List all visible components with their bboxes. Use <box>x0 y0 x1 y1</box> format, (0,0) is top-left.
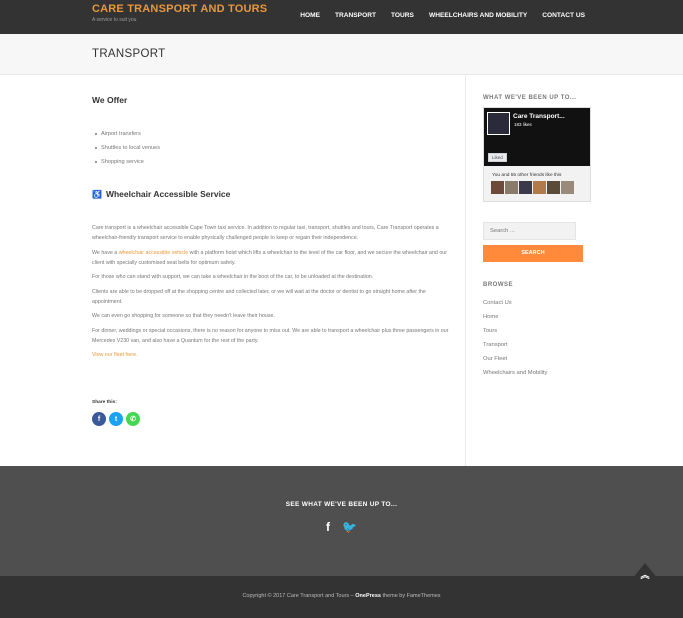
avatar[interactable] <box>519 181 532 194</box>
footer-social-links: f 🐦 <box>0 520 683 534</box>
paragraph: View our fleet here. <box>92 350 450 360</box>
nav-tours[interactable]: TOURS <box>391 12 414 19</box>
browse-link-our-fleet[interactable]: Our Fleet <box>483 352 512 366</box>
facebook-friend-avatars <box>491 181 574 194</box>
copyright-text: Copyright © 2017 Care Transport and Tour… <box>242 593 356 599</box>
nav-transport[interactable]: TRANSPORT <box>335 12 376 19</box>
twitter-icon[interactable]: t <box>109 412 123 426</box>
facebook-page-name[interactable]: Care Transport... <box>513 113 565 120</box>
facebook-like-button[interactable]: Liked <box>488 153 507 162</box>
browse-link-home[interactable]: Home <box>483 310 512 324</box>
list-item: Airport transfers <box>94 127 160 141</box>
copyright: Copyright © 2017 Care Transport and Tour… <box>0 593 683 599</box>
offer-list: Airport transfers Shuttles to local venu… <box>94 127 160 169</box>
chevron-double-up-icon: ︽ <box>640 570 650 580</box>
list-item: Shuttles to local venues <box>94 141 160 155</box>
paragraph: We can even go shopping for someone so t… <box>92 313 275 319</box>
widget-heading: WHAT WE'VE BEEN UP TO... <box>483 95 577 101</box>
nav-wheelchairs-mobility[interactable]: WHEELCHAIRS AND MOBILITY <box>429 12 527 19</box>
avatar[interactable] <box>561 181 574 194</box>
site-branding[interactable]: CARE TRANSPORT AND TOURS A service to su… <box>92 3 267 23</box>
offer-heading: We Offer <box>92 95 128 105</box>
facebook-cover-image[interactable]: Care Transport... 183 likes Liked <box>484 108 590 166</box>
service-description: Care transport is a wheelchair accessibl… <box>92 223 450 365</box>
nav-home[interactable]: HOME <box>300 12 320 19</box>
browse-list: Contact Us Home Tours Transport Our Flee… <box>483 296 512 366</box>
browse-heading: BROWSE <box>483 282 513 288</box>
paragraph: Care transport is a wheelchair accessibl… <box>92 225 439 241</box>
page-title-bar: TRANSPORT <box>0 34 683 75</box>
wheelchair-heading: ♿ Wheelchair Accessible Service <box>92 189 230 199</box>
footer-social-section: SEE WHAT WE'VE BEEN UP TO... f 🐦 <box>0 466 683 576</box>
paragraph: For dinner, weddings or special occasion… <box>92 327 449 344</box>
content-divider <box>465 75 466 466</box>
avatar[interactable] <box>491 181 504 194</box>
paragraph-text: We have a <box>92 249 119 256</box>
site-tagline: A service to suit you <box>92 17 137 23</box>
browse-link-contact-us[interactable]: Contact Us <box>483 296 512 310</box>
site-header: CARE TRANSPORT AND TOURS A service to su… <box>0 0 683 34</box>
share-label: Share this: <box>92 400 117 405</box>
search-input[interactable] <box>483 222 576 240</box>
facebook-page-thumbnail[interactable] <box>487 112 510 135</box>
wheelchair-heading-text: Wheelchair Accessible Service <box>105 189 231 199</box>
avatar[interactable] <box>505 181 518 194</box>
nav-contact-us[interactable]: CONTACT US <box>542 12 585 19</box>
share-buttons: f t ✆ <box>92 412 140 426</box>
browse-link-wheelchairs-mobility[interactable]: Wheelchairs and Mobility <box>483 370 547 376</box>
fleet-link[interactable]: View our fleet here. <box>92 352 138 358</box>
main-nav: HOME TRANSPORT TOURS WHEELCHAIRS AND MOB… <box>300 12 585 19</box>
footer-bottom: Copyright © 2017 Care Transport and Tour… <box>0 576 683 618</box>
footer-heading: SEE WHAT WE'VE BEEN UP TO... <box>285 501 398 508</box>
site-title[interactable]: CARE TRANSPORT AND TOURS <box>92 3 267 15</box>
paragraph: Clients are able to be dropped off at th… <box>92 288 426 305</box>
facebook-friends-text: You and 55 other friends like this <box>492 173 562 178</box>
facebook-likes-count: 183 likes <box>514 122 532 127</box>
facebook-page-widget[interactable]: Care Transport... 183 likes Liked You an… <box>483 107 591 202</box>
browse-link-transport[interactable]: Transport <box>483 338 512 352</box>
search-button[interactable]: SEARCH <box>483 245 583 262</box>
facebook-icon[interactable]: f <box>326 520 330 534</box>
whatsapp-icon[interactable]: ✆ <box>126 412 140 426</box>
facebook-icon[interactable]: f <box>92 412 106 426</box>
paragraph: For those who can stand with support, we… <box>92 274 374 280</box>
theme-link[interactable]: OnePress <box>355 593 381 599</box>
page-title: TRANSPORT <box>92 48 166 60</box>
wheelchair-icon: ♿ <box>92 189 102 199</box>
paragraph: We have a wheelchair accessible vehicle … <box>92 248 450 268</box>
browse-link-tours[interactable]: Tours <box>483 324 512 338</box>
avatar[interactable] <box>533 181 546 194</box>
twitter-icon[interactable]: 🐦 <box>342 520 357 534</box>
copyright-text-end: theme by FameThemes <box>380 593 441 599</box>
wheelchair-vehicle-link[interactable]: wheelchair accessible vehicle <box>119 250 188 256</box>
list-item: Shopping service <box>94 155 160 169</box>
avatar[interactable] <box>547 181 560 194</box>
